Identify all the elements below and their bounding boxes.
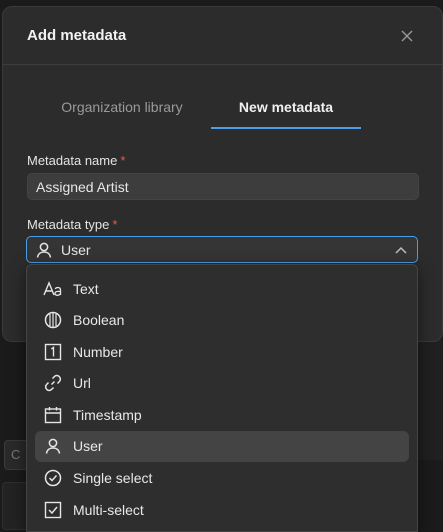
close-button[interactable] [398,27,416,45]
boolean-icon [43,310,63,330]
text-icon [43,279,63,299]
chevron-up-icon [395,243,409,257]
option-label: Single select [73,470,153,487]
metadata-type-dropdown: Text Boolean Number Url Timestamp User S… [26,264,418,532]
number-icon [43,342,63,362]
option-multi-select[interactable]: Multi-select [35,494,409,525]
calendar-icon [43,405,63,425]
option-boolean[interactable]: Boolean [35,305,409,336]
option-number[interactable]: Number [35,336,409,367]
single-select-icon [43,468,63,488]
option-label: Text [73,280,99,297]
required-mark: * [120,153,126,168]
metadata-name-label: Metadata name * [27,153,125,168]
option-single-select[interactable]: Single select [35,463,409,494]
metadata-type-label: Metadata type * [27,217,117,232]
metadata-name-label-text: Metadata name [27,153,118,168]
option-label: Number [73,343,123,360]
modal-title: Add metadata [27,27,127,44]
user-icon [43,436,63,456]
option-text[interactable]: Text [35,273,409,304]
tab-organization-library[interactable]: Organization library [37,85,207,129]
multi-select-icon [43,500,63,520]
option-timestamp[interactable]: Timestamp [35,399,409,430]
metadata-tabs: Organization library New metadata [3,85,443,129]
option-user[interactable]: User [35,430,409,462]
active-tab-indicator [211,127,361,129]
option-label: Url [73,375,91,392]
metadata-type-label-text: Metadata type [27,217,110,232]
metadata-type-value: User [61,241,91,258]
metadata-name-input[interactable] [27,173,419,200]
modal-header: Add metadata [3,7,442,65]
background-panel-right [418,340,443,460]
option-label: Multi-select [73,501,144,518]
close-icon [401,30,413,42]
tab-new-metadata[interactable]: New metadata [211,85,361,129]
metadata-type-select[interactable]: User [26,236,418,263]
link-icon [43,373,63,393]
user-icon [35,241,53,259]
required-mark: * [112,217,118,232]
option-label: Timestamp [73,406,142,423]
option-url[interactable]: Url [35,368,409,399]
option-label: User [73,438,103,455]
background-card-letter: C [11,447,21,462]
option-label: Boolean [73,312,125,329]
